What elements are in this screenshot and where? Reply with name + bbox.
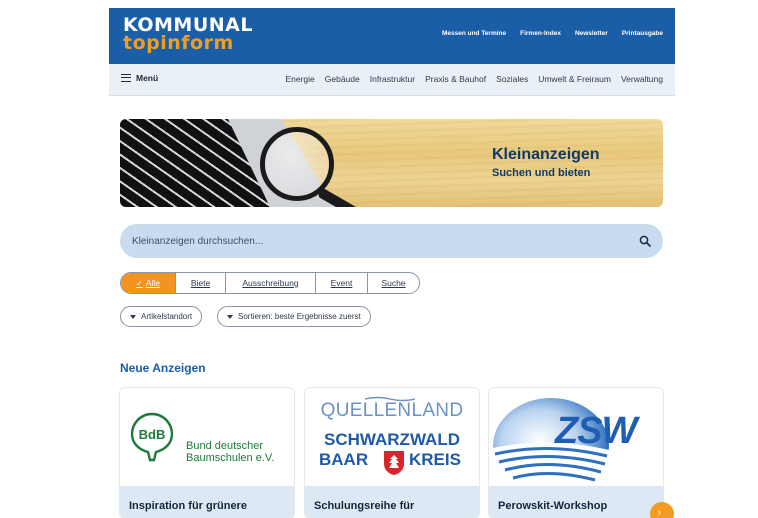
location-dropdown-label: Artikelstandort — [141, 312, 193, 321]
search-input[interactable] — [132, 224, 612, 258]
filter-ausschreibung[interactable]: Ausschreibung — [225, 273, 315, 293]
search-icon[interactable] — [639, 235, 651, 247]
zsw-logo-text: ZSW — [555, 410, 637, 452]
filter-suche[interactable]: Suche — [367, 273, 419, 293]
site-header: KOMMUNAL topinform Messen und Termine Fi… — [109, 8, 675, 64]
filter-biete[interactable]: Biete — [175, 273, 225, 293]
header-link-firmen-index[interactable]: Firmen-Index — [520, 30, 561, 37]
arrow-icon: › — [658, 507, 661, 517]
bdb-logo-text-line1: Bund deutscher — [186, 440, 264, 452]
hamburger-icon — [121, 74, 131, 82]
nav-item-soziales[interactable]: Soziales — [496, 74, 528, 84]
listing-title: Perowskit-Workshop — [498, 500, 608, 512]
location-dropdown[interactable]: Artikelstandort — [120, 306, 203, 327]
menu-button[interactable]: Menü — [121, 73, 158, 83]
listing-image: QUELLENLAND SCHWARZWALD BAAR KREIS — [305, 388, 479, 486]
banner-title: Kleinanzeigen — [492, 146, 600, 163]
header-link-newsletter[interactable]: Newsletter — [575, 30, 608, 37]
sort-dropdown[interactable]: Sortieren: beste Ergebnisse zuerst — [217, 306, 371, 327]
kreis-text: KREIS — [409, 450, 461, 469]
listing-card[interactable]: BdB Bund deutscher Baumschulen e.V. Insp… — [120, 388, 294, 518]
magnifier-icon — [260, 127, 334, 201]
bdb-logo-abbr: BdB — [139, 427, 166, 442]
hero-banner: Kleinanzeigen Suchen und bieten — [120, 119, 663, 207]
nav-item-umwelt-freiraum[interactable]: Umwelt & Freiraum — [538, 74, 611, 84]
filter-event[interactable]: Event — [315, 273, 367, 293]
search-bar[interactable] — [120, 224, 663, 258]
baar-text: BAAR — [319, 450, 369, 469]
filter-alle-label: Alle — [145, 278, 160, 288]
quellenland-logo: QUELLENLAND — [320, 400, 464, 421]
listing-image: BdB Bund deutscher Baumschulen e.V. — [120, 388, 294, 486]
nav-item-infrastruktur[interactable]: Infrastruktur — [370, 74, 415, 84]
crest-icon — [384, 451, 404, 475]
nav-item-energie[interactable]: Energie — [285, 74, 314, 84]
listing-card[interactable]: ZSW Perowskit-Workshop — [489, 388, 663, 518]
caret-down-icon — [130, 314, 136, 319]
nav-item-praxis-bauhof[interactable]: Praxis & Bauhof — [425, 74, 486, 84]
caret-down-icon — [227, 314, 233, 319]
listing-title: Schulungsreihe für — [314, 500, 415, 512]
check-icon: ✓ — [136, 278, 143, 288]
section-title: Neue Anzeigen — [120, 361, 206, 375]
sort-dropdown-label: Sortieren: beste Ergebnisse zuerst — [238, 312, 361, 321]
listing-image: ZSW — [489, 388, 663, 486]
filter-alle[interactable]: ✓ Alle — [121, 273, 175, 293]
site-logo[interactable]: KOMMUNAL topinform — [123, 16, 253, 53]
main-nav: Menü Energie Gebäude Infrastruktur Praxi… — [109, 64, 675, 96]
listing-title: Inspiration für grünere — [129, 500, 247, 512]
bdb-logo-text: Bund deutscher Baumschulen e.V. — [186, 440, 274, 464]
logo-line-2: topinform — [123, 32, 234, 54]
header-link-printausgabe[interactable]: Printausgabe — [622, 30, 663, 37]
header-links: Messen und Termine Firmen-Index Newslett… — [442, 30, 663, 37]
bdb-logo-icon: BdB — [130, 412, 174, 462]
scroll-button[interactable]: › — [650, 502, 674, 518]
bdb-logo-text-line2: Baumschulen e.V. — [186, 452, 275, 464]
header-link-termine[interactable]: Messen und Termine — [442, 30, 506, 37]
nav-item-verwaltung[interactable]: Verwaltung — [621, 74, 663, 84]
nav-item-gebaeude[interactable]: Gebäude — [325, 74, 360, 84]
menu-label: Menü — [136, 73, 159, 83]
nav-links: Energie Gebäude Infrastruktur Praxis & B… — [285, 74, 663, 84]
category-filter: ✓ Alle Biete Ausschreibung Event Suche — [120, 272, 420, 294]
listing-card[interactable]: QUELLENLAND SCHWARZWALD BAAR KREIS Schul… — [305, 388, 479, 518]
banner-subtitle: Suchen und bieten — [492, 167, 591, 179]
schwarzwald-text: SCHWARZWALD — [324, 430, 460, 449]
